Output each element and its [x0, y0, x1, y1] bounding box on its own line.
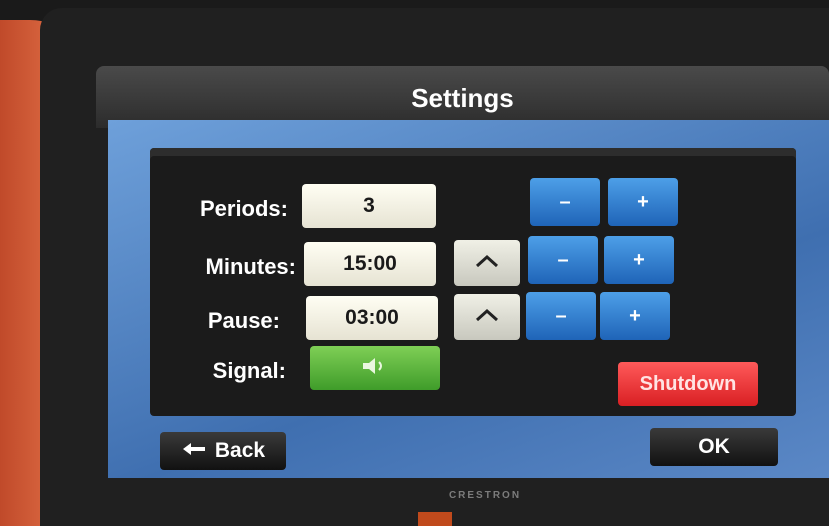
pause-up-button[interactable] [454, 294, 520, 340]
back-arrow-icon [181, 439, 207, 463]
pause-value[interactable]: 03:00 [306, 296, 438, 340]
minutes-minus-button[interactable]: – [528, 236, 598, 284]
pause-plus-button[interactable]: + [600, 292, 670, 340]
ok-button[interactable]: OK [650, 428, 778, 466]
pause-label: Pause: [207, 308, 280, 333]
speaker-icon [360, 355, 390, 382]
chevron-up-icon [473, 306, 501, 329]
title-bar: Settings [96, 66, 829, 128]
chevron-up-icon [473, 252, 501, 275]
status-led [418, 512, 452, 526]
back-button[interactable]: Back [160, 432, 286, 470]
shutdown-button[interactable]: Shutdown [618, 362, 758, 406]
minutes-up-button[interactable] [454, 240, 520, 286]
pause-minus-button[interactable]: – [526, 292, 596, 340]
minutes-plus-button[interactable]: + [604, 236, 674, 284]
signal-label: Signal: [212, 358, 286, 383]
signal-toggle-button[interactable] [310, 346, 440, 390]
periods-value[interactable]: 3 [302, 184, 436, 228]
page-title: Settings [411, 83, 514, 113]
periods-minus-button[interactable]: – [530, 178, 600, 226]
brand-logo: CRESTRON [448, 490, 522, 501]
minutes-value[interactable]: 15:00 [304, 242, 436, 286]
minutes-label: Minutes: [205, 254, 296, 279]
periods-plus-button[interactable]: + [608, 178, 678, 226]
periods-label: Periods: [199, 196, 288, 221]
back-label: Back [214, 439, 266, 462]
